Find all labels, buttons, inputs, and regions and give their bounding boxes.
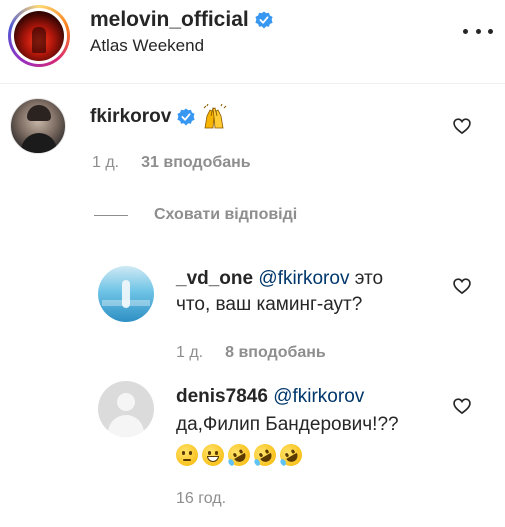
post-location[interactable]: Atlas Weekend (90, 36, 204, 56)
reply-vd-one: _vd_one @fkirkorov это что, ваш каминг-а… (176, 266, 436, 318)
verified-badge-icon (255, 11, 273, 29)
reply-text-line2: что, ваш каминг-аут? (176, 294, 363, 315)
reply-likes[interactable]: 8 вподобань (225, 344, 326, 362)
rofl-emoji-icon (249, 439, 281, 471)
raising-hands-emoji-icon (201, 103, 227, 130)
reply-denis7846: denis7846 @fkirkorov да,Филип Бандерович… (176, 384, 446, 471)
post-avatar (14, 11, 64, 61)
hide-replies-button[interactable]: Сховати відповіді (94, 206, 297, 224)
rofl-emoji-icon (275, 439, 307, 471)
replier-avatar-vd-one[interactable] (98, 266, 154, 322)
rofl-emoji-icon (223, 439, 255, 471)
comment-meta: 1 д. 31 вподобань (92, 154, 251, 172)
reply-meta: 1 д. 8 вподобань (176, 344, 326, 362)
hide-replies-label: Сховати відповіді (154, 206, 298, 223)
reply-time[interactable]: 16 год. (176, 490, 226, 508)
more-options-icon[interactable] (463, 22, 493, 40)
reply-mention[interactable]: @fkirkorov (258, 268, 349, 289)
default-avatar-icon (117, 393, 135, 411)
like-heart-icon[interactable] (452, 396, 472, 416)
reply-text-line2: да,Филип Бандерович!?? (176, 414, 399, 435)
comment-fkirkorov: fkirkorov (90, 103, 227, 130)
commenter-avatar-fkirkorov[interactable] (10, 98, 66, 154)
reply-text-line1: это (349, 268, 384, 289)
post-header: melovin_official Atlas Weekend (0, 0, 505, 84)
grinning-face-emoji-icon (202, 443, 224, 466)
post-username[interactable]: melovin_official (90, 8, 249, 32)
post-avatar-story-ring[interactable] (8, 5, 70, 67)
replier-avatar-denis7846[interactable] (98, 381, 154, 437)
verified-badge-icon (177, 108, 195, 126)
reply-meta: 16 год. (176, 490, 226, 508)
comment-username[interactable]: fkirkorov (90, 104, 171, 130)
comment-likes[interactable]: 31 вподобань (141, 154, 251, 172)
reply-emoji-row (176, 439, 446, 471)
comment-time[interactable]: 1 д. (92, 154, 119, 172)
reply-username[interactable]: _vd_one (176, 268, 253, 289)
replies-divider (94, 214, 128, 216)
reply-time[interactable]: 1 д. (176, 344, 203, 362)
thinking-face-emoji-icon (176, 443, 198, 466)
like-heart-icon[interactable] (452, 276, 472, 296)
reply-mention[interactable]: @fkirkorov (273, 386, 364, 407)
reply-username[interactable]: denis7846 (176, 386, 268, 407)
like-heart-icon[interactable] (452, 116, 472, 136)
